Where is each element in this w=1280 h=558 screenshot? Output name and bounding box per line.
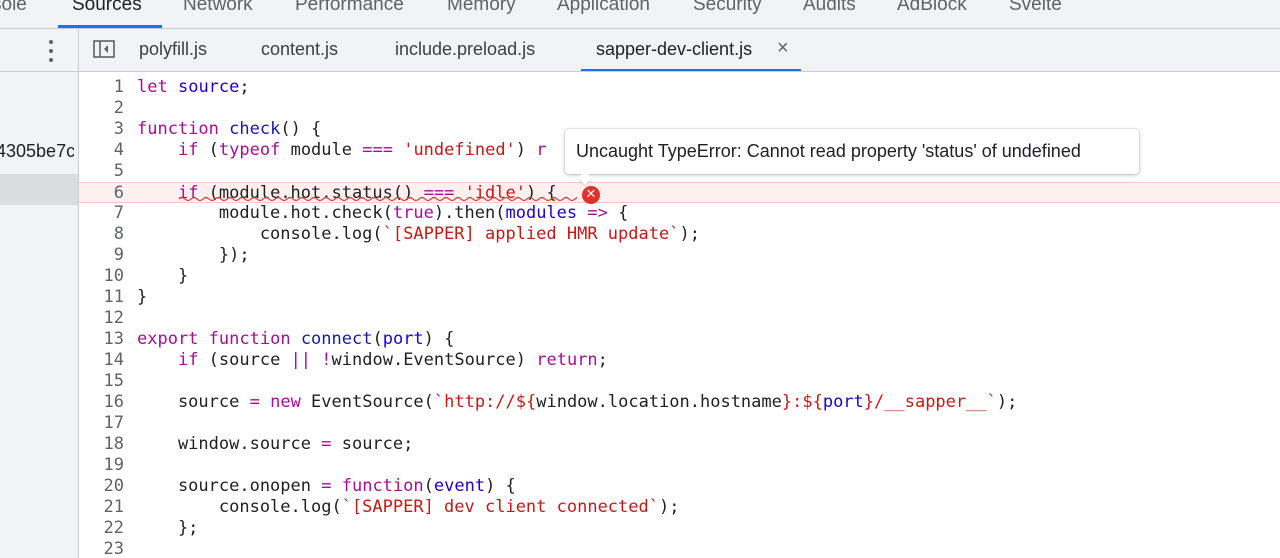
line-number: 20 [103,476,124,496]
line-number: 22 [103,518,124,538]
line-number: 6 [113,183,124,203]
line-number: 3 [113,119,124,139]
line-number: 11 [103,287,124,307]
line-number: 15 [103,371,124,391]
kebab-icon[interactable] [42,39,60,63]
code-line-18[interactable]: window.source = source; [137,434,413,455]
sources-navigator: 4305be7c [0,29,79,558]
code-line-7[interactable]: module.hot.check(true).then(modules => { [137,203,628,224]
code-line-11[interactable]: } [137,287,147,308]
line-number: 1 [113,77,124,97]
code-line-21[interactable]: console.log(`[SAPPER] dev client connect… [137,497,680,518]
code-line-3[interactable]: function check() { [137,119,321,140]
tab-security[interactable]: Security [693,0,762,16]
code-line-10[interactable]: } [137,266,188,287]
tab-sources[interactable]: Sources [72,0,142,16]
file-tab-content[interactable]: content.js [261,39,338,60]
line-number: 17 [103,413,124,433]
line-number: 19 [103,455,124,475]
active-file-indicator [581,69,801,71]
code-line-14[interactable]: if (source || !window.EventSource) retur… [137,350,608,371]
tab-network[interactable]: Network [183,0,253,16]
toggle-navigator-icon[interactable] [93,40,115,58]
editor-file-tabbar: polyfill.js content.js include.preload.j… [79,29,1280,72]
error-icon[interactable]: ✕ [582,186,600,204]
tab-adblock[interactable]: AdBlock [897,0,967,16]
code-line-9[interactable]: }); [137,245,250,266]
code-line-16[interactable]: source = new EventSource(`http://${windo… [137,392,1017,413]
code-line-8[interactable]: console.log(`[SAPPER] applied HMR update… [137,224,700,245]
devtools-main-tabbar: sole Sources Network Performance Memory … [0,0,1280,29]
tab-application[interactable]: Application [557,0,650,16]
active-tab-indicator [58,25,162,28]
navigator-tree-item[interactable]: 4305be7c [0,141,74,162]
line-number: 7 [113,203,124,223]
line-number: 12 [103,308,124,328]
line-number: 2 [113,98,124,118]
line-number: 8 [113,224,124,244]
line-number: 5 [113,161,124,181]
code-line-1[interactable]: let source; [137,77,250,98]
line-number: 23 [103,539,124,558]
line-number: 14 [103,350,124,370]
line-number: 16 [103,392,124,412]
tab-audits[interactable]: Audits [803,0,856,16]
tab-console[interactable]: sole [0,0,27,16]
tab-performance[interactable]: Performance [295,0,404,16]
line-number: 10 [103,266,124,286]
line-number: 18 [103,434,124,454]
tab-memory[interactable]: Memory [447,0,516,16]
close-tab-icon[interactable]: × [777,37,789,60]
navigator-selected-row[interactable] [0,174,78,205]
file-tab-polyfill[interactable]: polyfill.js [139,39,207,60]
error-squiggle [179,196,577,202]
line-number: 9 [113,245,124,265]
file-tab-sapper-dev-client[interactable]: sapper-dev-client.js [596,39,752,60]
navigator-divider [0,71,78,72]
code-line-20[interactable]: source.onopen = function(event) { [137,476,516,497]
code-line-22[interactable]: }; [137,518,198,539]
file-tab-include-preload[interactable]: include.preload.js [395,39,535,60]
code-line-13[interactable]: export function connect(port) { [137,329,454,350]
tab-svelte[interactable]: Svelte [1009,0,1062,16]
line-number: 4 [113,140,124,160]
code-line-4[interactable]: if (typeof module === 'undefined') r [137,140,547,161]
line-number: 21 [103,497,124,517]
error-tooltip: Uncaught TypeError: Cannot read property… [565,129,1139,174]
line-number: 13 [103,329,124,349]
